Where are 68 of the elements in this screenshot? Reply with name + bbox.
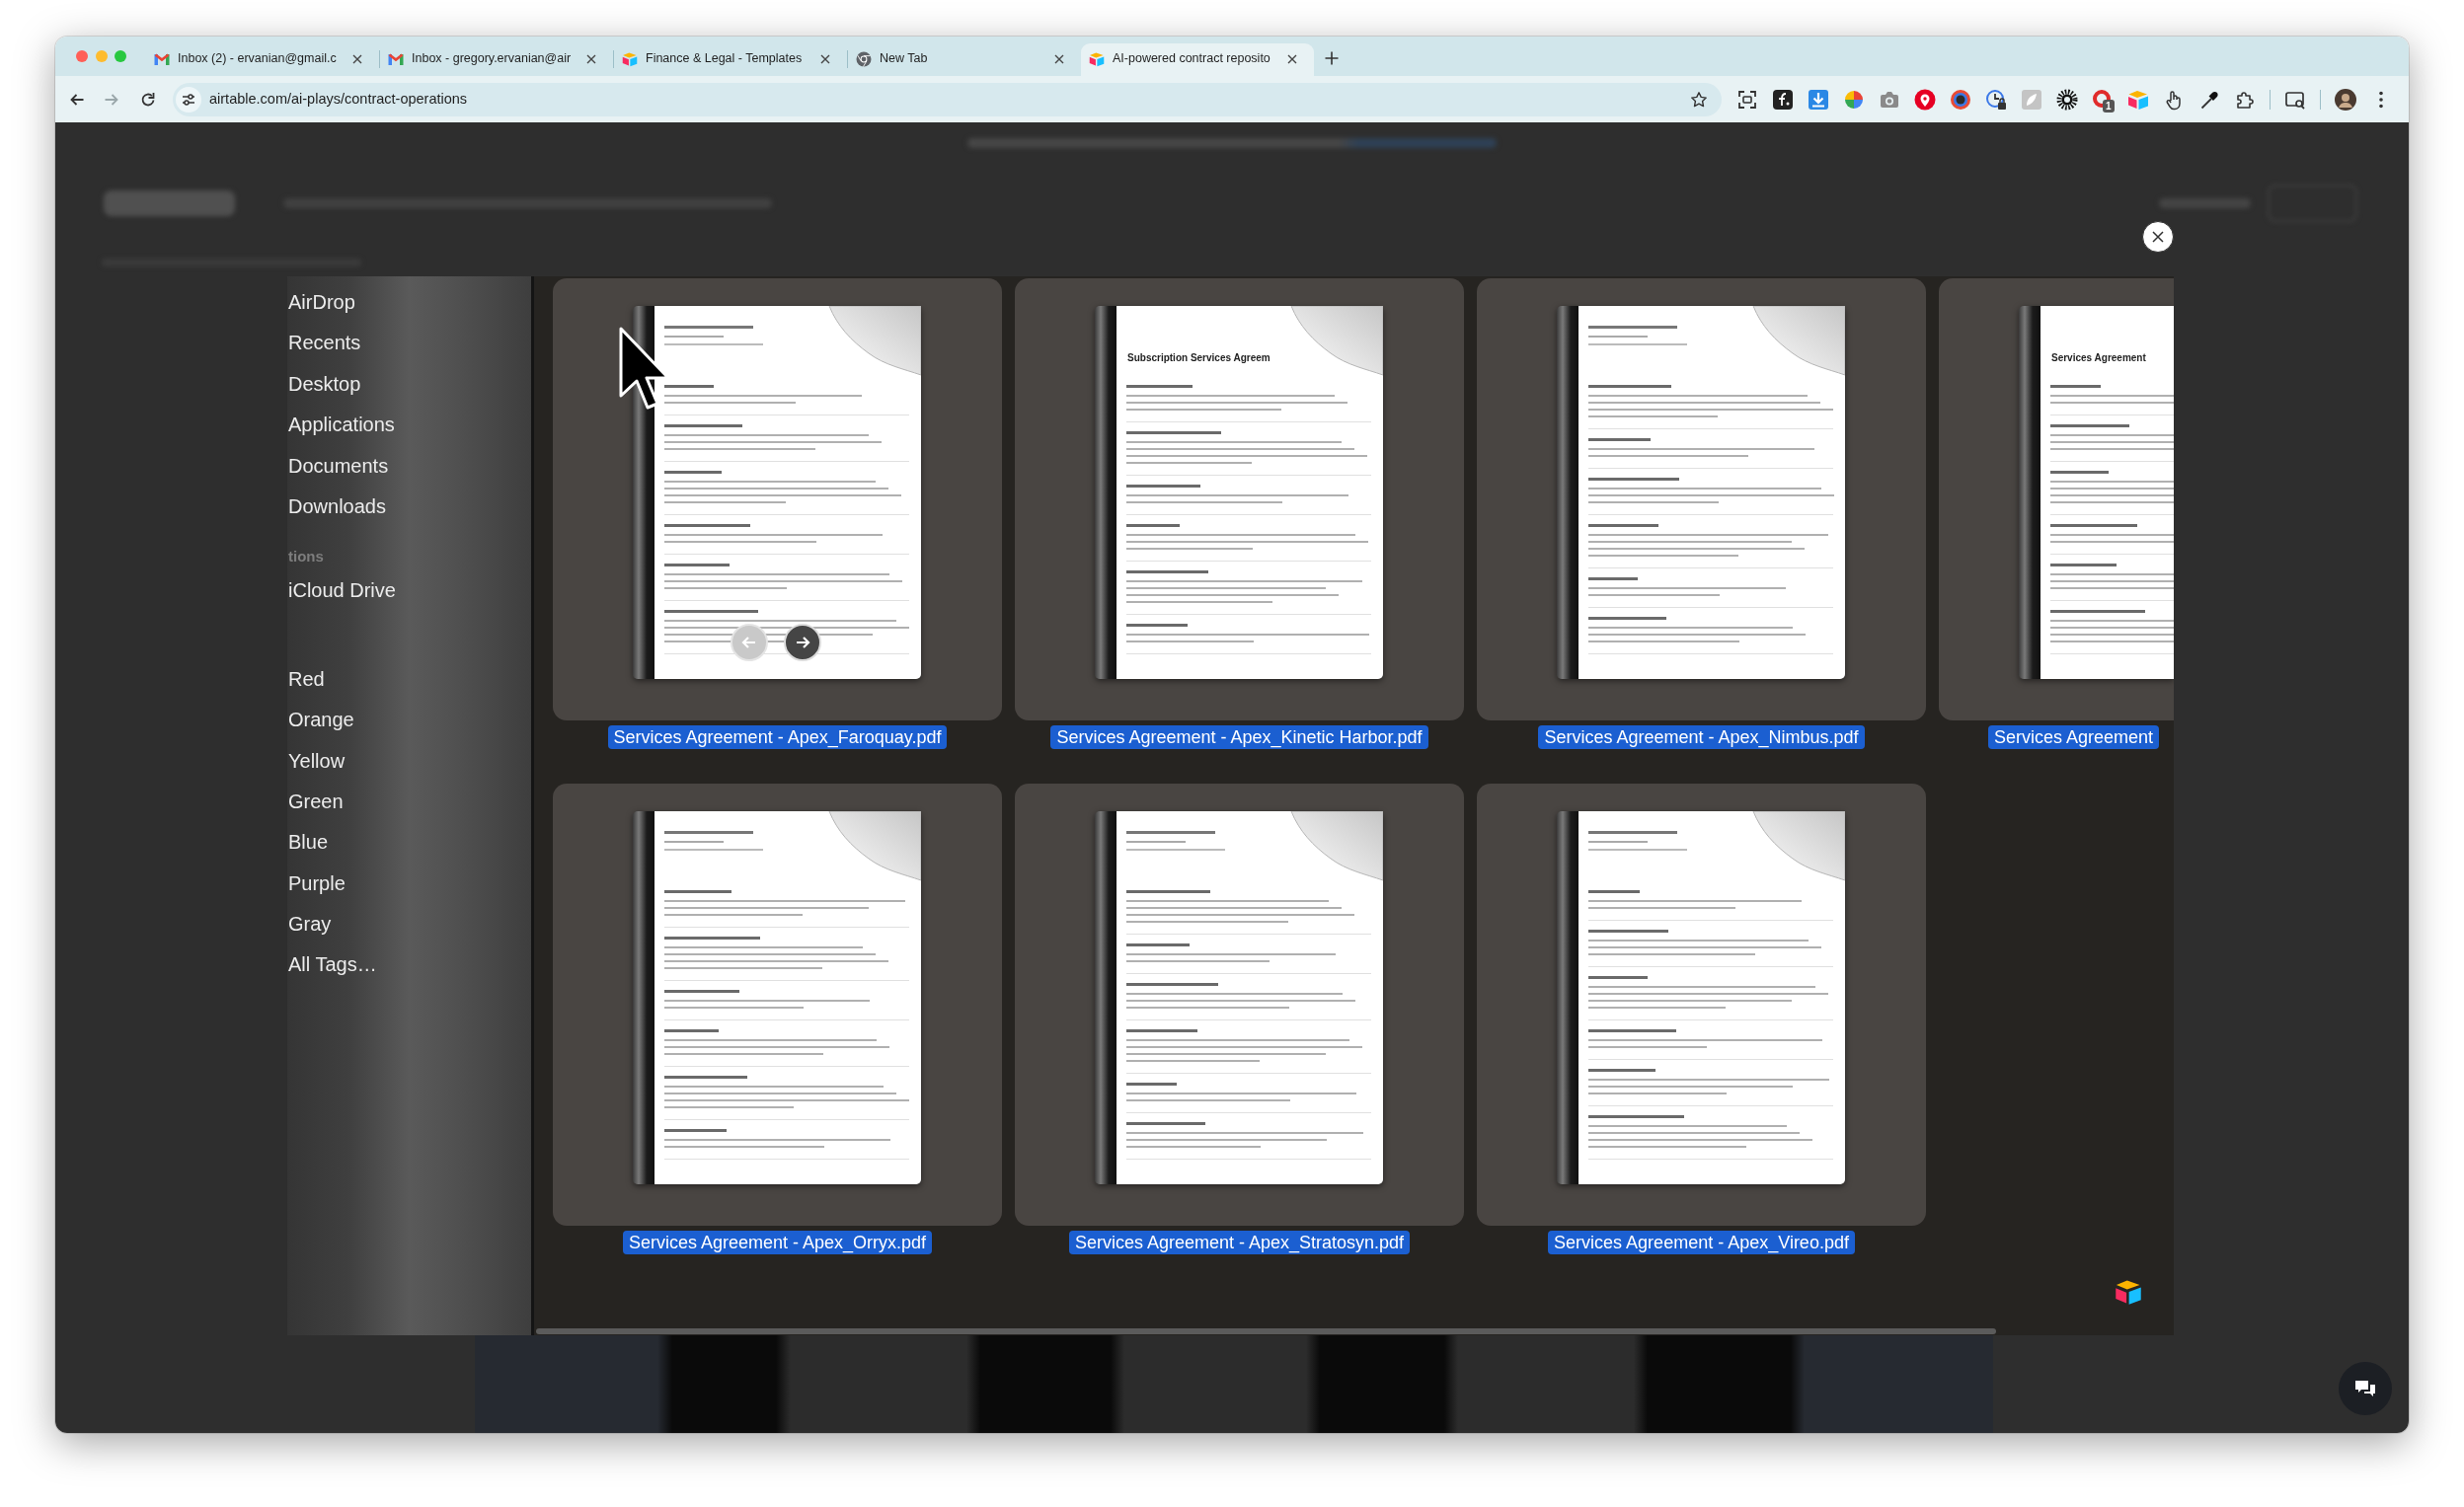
chat-button[interactable] [2339, 1362, 2392, 1415]
browser-tab[interactable]: AI-powered contract reposito [1081, 43, 1314, 76]
sidebar-item[interactable]: Blue [288, 822, 531, 864]
section-heading: tions [288, 547, 325, 567]
cube-logo-icon [2115, 1278, 2142, 1306]
file-name[interactable]: Services Agreement - Apex_Stratosyn.pdf [1068, 1231, 1411, 1254]
sidebar-item[interactable]: Recents [288, 323, 531, 364]
browser-tab[interactable]: Inbox - gregory.ervanian@air [380, 43, 613, 76]
document-title: Services Agreement [2051, 352, 2146, 364]
close-icon[interactable] [352, 53, 362, 64]
next-page-button[interactable] [784, 624, 821, 661]
file-thumbnail[interactable]: Subscription Services Agreem [1015, 278, 1464, 720]
close-icon[interactable] [1287, 53, 1297, 64]
file-thumbnail[interactable] [553, 278, 1002, 720]
leaf-tile-icon[interactable] [2021, 88, 2042, 111]
file-thumbnail[interactable] [1015, 784, 1464, 1226]
close-icon[interactable] [586, 53, 596, 64]
sidebar-item[interactable]: Orange [288, 700, 531, 741]
sunburst-icon[interactable] [2056, 88, 2078, 111]
star-icon[interactable] [1690, 90, 1708, 109]
close-button[interactable] [2142, 221, 2174, 253]
avatar-icon[interactable] [2335, 88, 2356, 111]
notification-badge: 1 [2103, 99, 2115, 113]
file-name[interactable]: Services Agreement [1988, 725, 2160, 749]
cube-logo-icon [622, 50, 638, 67]
color-wheel-icon[interactable] [1843, 88, 1865, 111]
sidebar-item[interactable]: iCloud Drive [288, 570, 531, 612]
file-thumbnail[interactable] [553, 784, 1002, 1226]
sidebar-item[interactable]: Purple [288, 863, 531, 905]
browser-tab[interactable]: New Tab [848, 43, 1081, 76]
close-icon[interactable] [1054, 53, 1064, 64]
browser-tab[interactable]: Inbox (2) - ervanian@gmail.c [146, 43, 379, 76]
file-name[interactable]: Services Agreement - Apex_Faroquay.pdf [607, 725, 948, 749]
cube-logo-icon [1089, 50, 1105, 67]
sidebar-item[interactable]: Red [288, 658, 531, 701]
close-icon[interactable] [820, 53, 830, 64]
browser-tab[interactable]: Finance & Legal - Templates [614, 43, 847, 76]
file-name[interactable]: Services Agreement - Apex_Nimbus.pdf [1538, 725, 1865, 749]
site-settings-icon[interactable] [176, 86, 201, 113]
file-thumbnail[interactable]: Services Agreement [1939, 278, 2174, 720]
download-icon[interactable] [1808, 88, 1829, 111]
file-thumbnail[interactable] [1477, 278, 1926, 720]
file-name[interactable]: Services Agreement - Apex_Kinetic Harbor.pdf [1050, 725, 1428, 749]
close-icon [2150, 229, 2166, 245]
sidebar-item[interactable]: Documents [288, 445, 531, 487]
sidebar-item[interactable]: Gray [288, 904, 531, 945]
file-name[interactable]: Services Agreement - Apex_Vireo.pdf [1548, 1231, 1855, 1254]
sidebar-item[interactable]: Downloads [288, 486, 531, 528]
sidebar-item[interactable]: Applications [288, 405, 531, 446]
cube-logo-icon[interactable] [2127, 88, 2149, 111]
sidebar-item[interactable]: All Tags… [288, 944, 531, 986]
browser-logo-icon [856, 50, 872, 67]
sidebar-item[interactable]: Yellow [288, 740, 531, 782]
plus-icon[interactable] [1324, 50, 1340, 66]
map-pin-icon[interactable] [1914, 88, 1936, 111]
sidebar-item[interactable]: Desktop [288, 363, 531, 406]
sidebar-item[interactable]: Green [288, 781, 531, 823]
document-title: Subscription Services Agreem [1127, 352, 1270, 364]
file-thumbnail[interactable] [1477, 784, 1926, 1226]
ring-alert-icon[interactable] [2092, 88, 2114, 111]
file-name[interactable]: Services Agreement - Apex_Orryx.pdf [622, 1231, 933, 1254]
address-bar[interactable]: airtable.com/ai-plays/contract-operations [173, 82, 1722, 116]
extension-tile-icon[interactable] [1772, 88, 1794, 111]
ring-icon[interactable] [1950, 88, 1971, 111]
sidebar-item[interactable]: AirDrop [288, 282, 531, 324]
screen-capture-icon[interactable] [1736, 88, 1758, 111]
clock-lock-icon[interactable] [1985, 88, 2007, 111]
scrollbar[interactable] [536, 1328, 1996, 1334]
